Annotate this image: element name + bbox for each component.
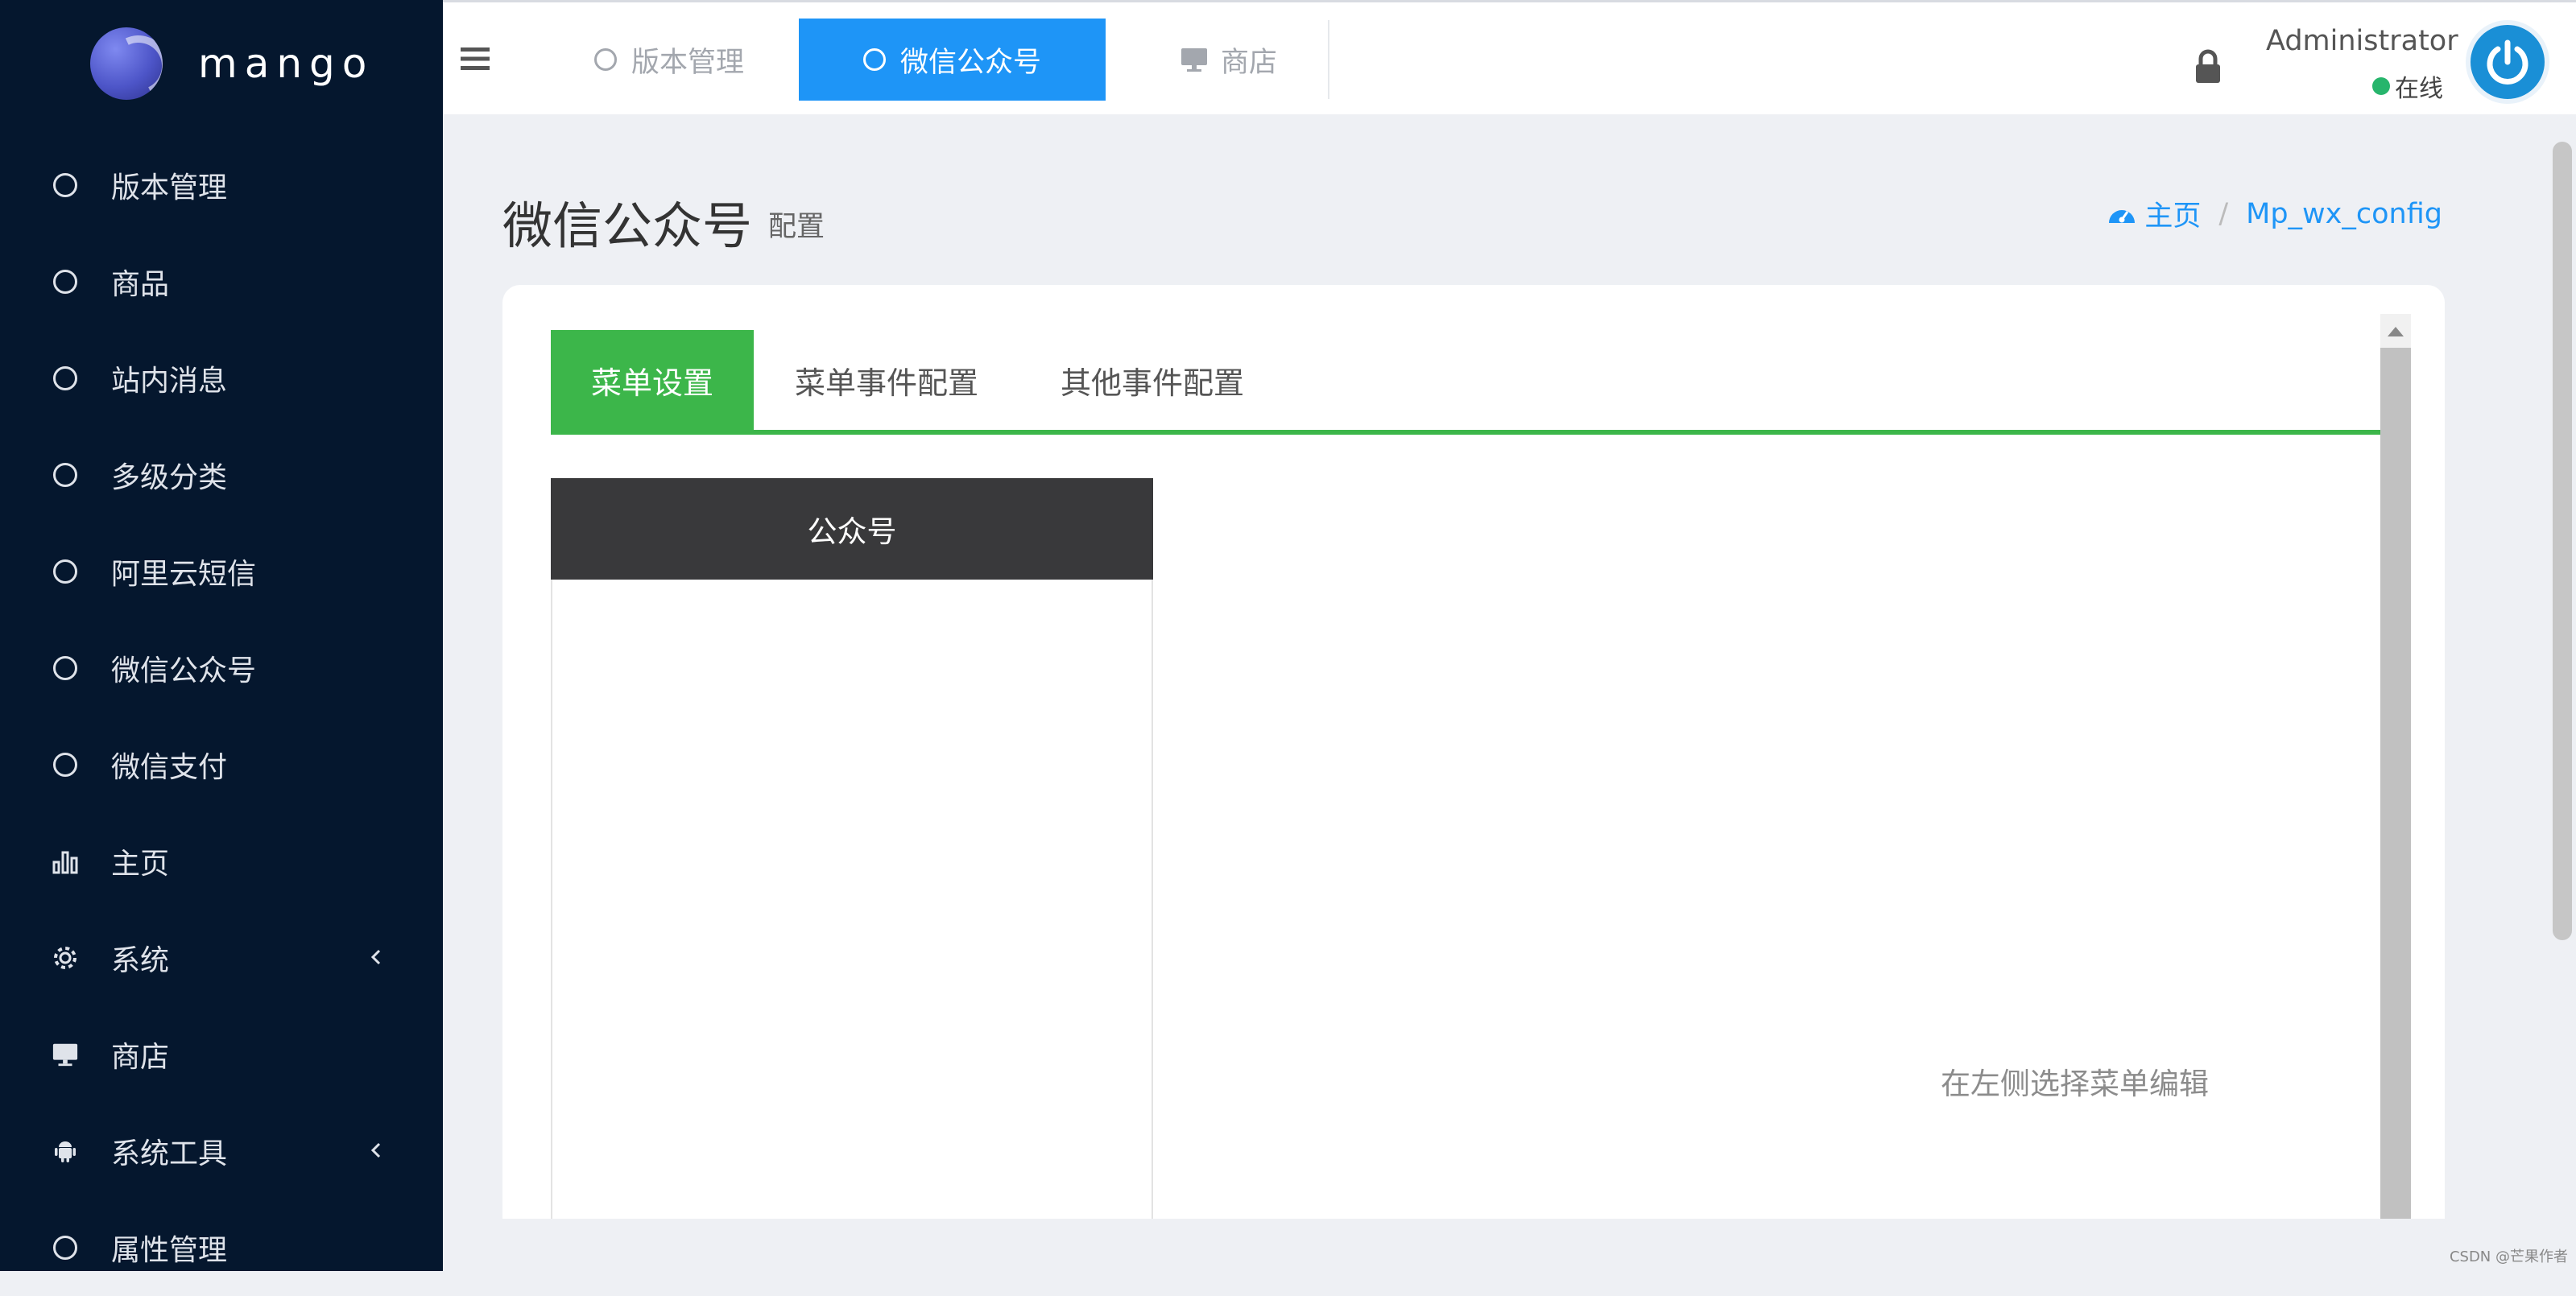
sidebar-item-label: 属性管理: [111, 1227, 227, 1269]
circle-icon: [52, 1234, 79, 1261]
chevron-left-icon: [364, 1138, 388, 1162]
card-scrollbar[interactable]: [2380, 314, 2411, 1219]
breadcrumb-separator: /: [2218, 198, 2228, 230]
sidebar-item-label: 多级分类: [111, 454, 227, 496]
breadcrumb-home-link[interactable]: 主页: [2144, 193, 2201, 234]
top-tab-store[interactable]: 商店: [1168, 19, 1288, 101]
sidebar-item-system-tools[interactable]: 系统工具: [0, 1103, 443, 1199]
sidebar-item-label: 商品: [111, 261, 169, 303]
scroll-up-arrow-icon[interactable]: [2388, 327, 2404, 336]
breadcrumb-current[interactable]: Mp_wx_config: [2246, 198, 2442, 230]
brand-name: mango: [198, 40, 374, 87]
topbar-divider: [1328, 20, 1329, 99]
android-icon: [52, 1137, 79, 1165]
user-status-label: 在线: [2395, 68, 2443, 104]
sidebar-item-goods[interactable]: 商品: [0, 233, 443, 330]
top-tab-label: 版本管理: [631, 39, 744, 80]
watermark: CSDN @芒果作者: [2450, 1245, 2568, 1266]
config-tabs: 菜单设置 菜单事件配置 其他事件配置: [551, 330, 2380, 435]
top-tab-label: 商店: [1221, 39, 1277, 80]
monitor-icon: [1179, 46, 1209, 73]
sidebar-item-label: 站内消息: [111, 357, 227, 399]
edit-hint-text: 在左侧选择菜单编辑: [1941, 1059, 2209, 1103]
sidebar-item-system[interactable]: 系统: [0, 910, 443, 1006]
circle-icon: [594, 48, 617, 71]
sidebar-item-categories[interactable]: 多级分类: [0, 427, 443, 523]
sidebar-item-label: 微信公众号: [111, 647, 256, 689]
sidebar-item-label: 商店: [111, 1034, 169, 1075]
sidebar-item-label: 系统工具: [111, 1130, 227, 1172]
circle-icon: [52, 365, 79, 392]
top-tab-wechat-mp[interactable]: 微信公众号: [799, 19, 1106, 101]
tab-other-event-config[interactable]: 其他事件配置: [1019, 330, 1285, 430]
power-icon: [2482, 36, 2533, 88]
topbar: 版本管理 微信公众号 商店 Administrator 在线: [443, 0, 2576, 114]
sidebar: mango 版本管理 商品 站内消息 多级分类 阿里云短信 微信公众号 微: [0, 0, 443, 1271]
breadcrumb: 主页 / Mp_wx_config: [2107, 193, 2442, 234]
tab-menu-settings[interactable]: 菜单设置: [551, 330, 754, 430]
sidebar-item-attributes[interactable]: 属性管理: [0, 1199, 443, 1296]
bar-chart-icon: [52, 848, 79, 875]
sidebar-nav: 版本管理 商品 站内消息 多级分类 阿里云短信 微信公众号 微信支付: [0, 137, 443, 1296]
user-status: 在线: [2372, 68, 2443, 104]
page-scrollbar-thumb[interactable]: [2553, 142, 2572, 940]
sidebar-item-label: 微信支付: [111, 744, 227, 786]
sidebar-item-store[interactable]: 商店: [0, 1006, 443, 1103]
sidebar-item-wechat-mp[interactable]: 微信公众号: [0, 620, 443, 716]
page-title: 微信公众号: [502, 185, 752, 258]
chevron-left-icon: [364, 945, 388, 969]
sidebar-item-label: 版本管理: [111, 164, 227, 206]
mango-logo-icon: [90, 27, 163, 100]
brand[interactable]: mango: [90, 26, 374, 101]
circle-icon: [52, 654, 79, 682]
circle-icon: [52, 751, 79, 778]
hamburger-menu-icon[interactable]: [459, 43, 491, 75]
sidebar-item-label: 系统: [111, 937, 169, 979]
card-scrollbar-thumb[interactable]: [2380, 348, 2411, 1219]
sidebar-item-messages[interactable]: 站内消息: [0, 330, 443, 427]
user-name[interactable]: Administrator: [2266, 25, 2458, 57]
page-subtitle: 配置: [768, 204, 825, 245]
sidebar-item-wechat-pay[interactable]: 微信支付: [0, 716, 443, 813]
tab-menu-event-config[interactable]: 菜单事件配置: [754, 330, 1019, 430]
circle-icon: [863, 48, 886, 71]
circle-icon: [52, 558, 79, 585]
sidebar-item-version[interactable]: 版本管理: [0, 137, 443, 233]
sidebar-item-label: 主页: [111, 840, 169, 882]
circle-icon: [52, 461, 79, 489]
sidebar-item-label: 阿里云短信: [111, 551, 256, 592]
online-dot-icon: [2372, 77, 2390, 95]
circle-icon: [52, 171, 79, 199]
config-card: 菜单设置 菜单事件配置 其他事件配置 公众号 在左侧选择菜单编辑: [502, 285, 2445, 1219]
avatar[interactable]: [2466, 20, 2549, 104]
dashboard-icon: [2107, 202, 2136, 226]
gear-icon: [52, 944, 79, 972]
top-tab-label: 微信公众号: [900, 39, 1041, 80]
sidebar-item-aliyun-sms[interactable]: 阿里云短信: [0, 523, 443, 620]
menu-preview-panel: 公众号: [551, 478, 1153, 1219]
circle-icon: [52, 268, 79, 295]
lock-icon[interactable]: [2194, 49, 2222, 85]
menu-panel-title: 公众号: [551, 478, 1153, 580]
top-tab-version[interactable]: 版本管理: [583, 19, 755, 101]
monitor-icon: [52, 1041, 79, 1068]
sidebar-item-home[interactable]: 主页: [0, 813, 443, 910]
